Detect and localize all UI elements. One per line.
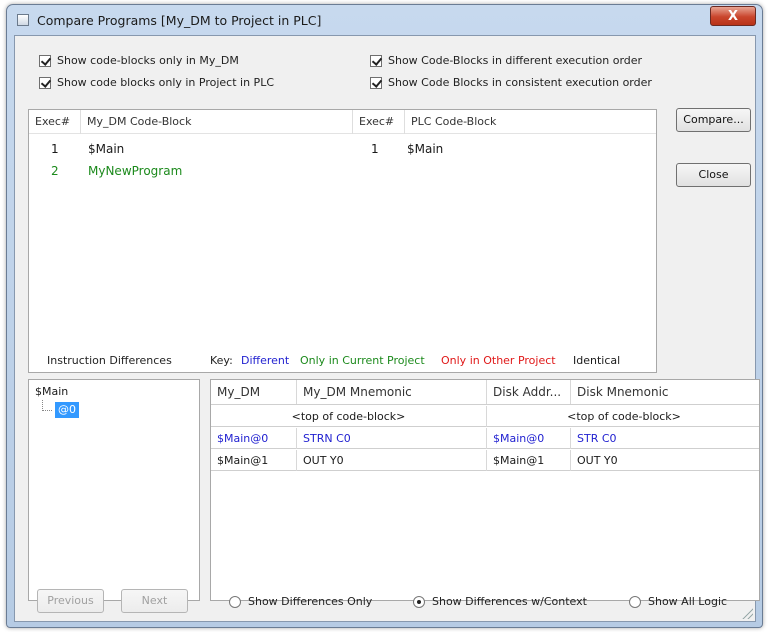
radio-button-selected[interactable] [413,595,425,608]
right-address: $Main@1 [487,450,571,471]
left-mnemonic: OUT Y0 [297,450,487,471]
radio-differences-only[interactable]: Show Differences Only [229,595,372,608]
next-button[interactable]: Next [121,589,188,613]
radio-label: Show Differences Only [248,595,373,608]
list-item[interactable]: 2 MyNewProgram [29,160,656,182]
tree-root-node[interactable]: $Main [35,385,68,398]
radio-label: Show Differences w/Context [432,595,587,608]
left-address: $Main@1 [211,450,297,471]
instruction-tree[interactable]: $Main @0 [28,379,200,601]
window-title: Compare Programs [My_DM to Project in PL… [37,12,322,28]
right-mnemonic: STR C0 [577,432,617,445]
table-row[interactable]: $Main@0 STRN C0 $Main@0 STR C0 [211,428,759,449]
title-bar[interactable]: Compare Programs [My_DM to Project in PL… [7,5,762,35]
option-label: Show code-blocks only in My_DM [57,54,239,67]
window-close-button[interactable]: X [710,6,756,26]
checkbox-only-my-dm[interactable] [39,54,51,67]
exec-number: 1 [371,142,379,156]
col-header-my-dm-block[interactable]: My_DM Code-Block [81,110,353,134]
col-header-my-dm[interactable]: My_DM [211,380,297,404]
checkbox-consistent-order[interactable] [370,76,382,89]
radio-label: Show All Logic [648,595,728,608]
option-only-my-dm[interactable]: Show code-blocks only in My_DM [39,54,239,67]
left-mnemonic: <top of code-block> [211,406,487,427]
left-mnemonic: STRN C0 [297,428,487,449]
key-different: Different [241,354,290,367]
option-label: Show Code Blocks in consistent execution… [388,76,652,89]
diff-grid-header: My_DM My_DM Mnemonic Disk Addr... Disk M… [211,380,759,405]
option-different-order[interactable]: Show Code-Blocks in different execution … [370,54,642,67]
option-only-plc[interactable]: Show code blocks only in Project in PLC [39,76,274,89]
resize-grip[interactable] [741,607,753,619]
compare-programs-window: Compare Programs [My_DM to Project in PL… [6,4,763,628]
right-mnemonic: OUT Y0 [577,454,618,467]
radio-button[interactable] [629,595,641,608]
table-row[interactable]: <top of code-block> <top of code-block> [211,406,759,427]
key-label: Key: [210,354,233,367]
right-mnemonic: <top of code-block> [567,410,681,423]
right-address: $Main@0 [487,428,571,449]
code-block-list[interactable]: Exec# My_DM Code-Block Exec# PLC Code-Bl… [28,109,657,373]
close-button[interactable]: Close [676,163,751,187]
instruction-differences-label: Instruction Differences [47,354,172,367]
table-row[interactable]: $Main@1 OUT Y0 $Main@1 OUT Y0 [211,450,759,471]
app-icon [17,14,29,26]
key-only-other: Only in Other Project [441,354,556,367]
code-block-name: MyNewProgram [88,164,183,178]
radio-button[interactable] [229,595,241,608]
tree-child-node-selected[interactable]: @0 [55,402,79,418]
code-block-list-header: Exec# My_DM Code-Block Exec# PLC Code-Bl… [29,110,656,134]
col-header-disk-addr[interactable]: Disk Addr... [487,380,571,404]
option-label: Show code blocks only in Project in PLC [57,76,275,89]
col-header-my-dm-mnemonic[interactable]: My_DM Mnemonic [297,380,487,404]
list-item[interactable]: 1 $Main 1 $Main [29,138,656,160]
checkbox-only-plc[interactable] [39,76,51,89]
exec-number: 2 [51,164,59,178]
code-block-name: $Main [88,142,125,156]
radio-differences-context[interactable]: Show Differences w/Context [413,595,587,608]
key-identical: Identical [573,354,621,367]
left-address: $Main@0 [211,428,297,449]
previous-button[interactable]: Previous [37,589,104,613]
code-block-name: $Main [407,142,444,156]
option-label: Show Code-Blocks in different execution … [388,54,643,67]
col-header-plc-block[interactable]: PLC Code-Block [405,110,657,134]
compare-button[interactable]: Compare... [676,108,751,132]
tree-connector [42,400,52,411]
col-header-exec-left[interactable]: Exec# [29,110,81,134]
col-header-exec-right[interactable]: Exec# [353,110,405,134]
col-header-disk-mnemonic[interactable]: Disk Mnemonic [571,380,759,404]
radio-all-logic[interactable]: Show All Logic [629,595,727,608]
key-only-current: Only in Current Project [300,354,425,367]
exec-number: 1 [51,142,59,156]
dialog-client-area: Show code-blocks only in My_DM Show code… [14,35,760,622]
option-consistent-order[interactable]: Show Code Blocks in consistent execution… [370,76,652,89]
checkbox-different-order[interactable] [370,54,382,67]
instruction-diff-grid[interactable]: My_DM My_DM Mnemonic Disk Addr... Disk M… [210,379,760,601]
